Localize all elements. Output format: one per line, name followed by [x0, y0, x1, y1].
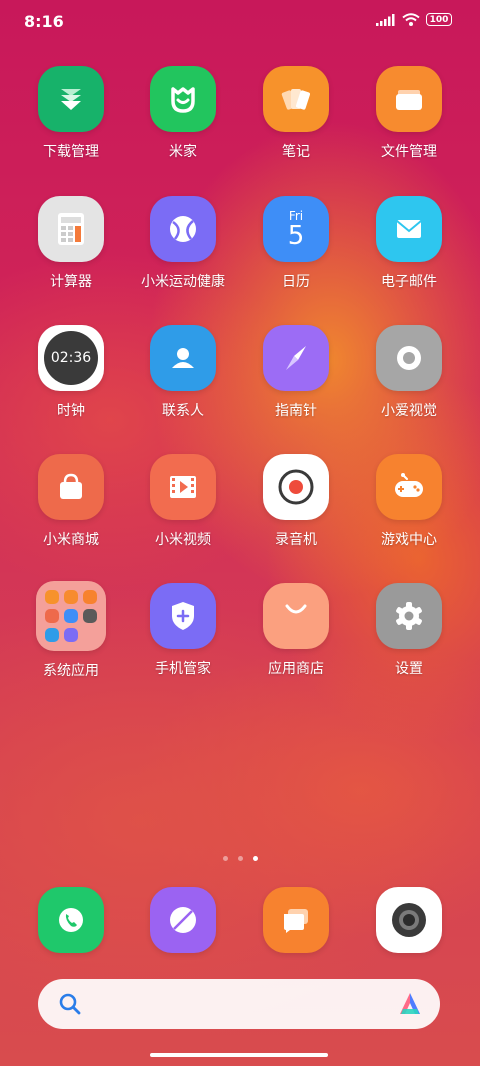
app-label: 日历 — [282, 274, 310, 290]
app-email[interactable]: 电子邮件 — [353, 196, 465, 306]
clock-icon: 02:36 — [38, 325, 104, 391]
app-label: 米家 — [169, 144, 197, 160]
security-icon — [150, 583, 216, 649]
page-dot — [237, 856, 243, 861]
dock-camera[interactable] — [353, 887, 465, 953]
app-label: 计算器 — [50, 274, 92, 290]
app-label: 下载管理 — [43, 144, 99, 160]
app-label: 录音机 — [275, 532, 317, 548]
app-label: 游戏中心 — [381, 532, 437, 548]
search-icon — [59, 993, 81, 1015]
game-icon — [376, 454, 442, 520]
dock-phone[interactable] — [15, 887, 127, 953]
app-mijia[interactable]: 米家 — [127, 66, 239, 176]
app-label: 联系人 — [162, 403, 204, 419]
home-indicator[interactable] — [150, 1053, 328, 1057]
signal-icon — [376, 13, 395, 26]
app-calculator[interactable]: 计算器 — [15, 196, 127, 306]
wifi-icon — [402, 13, 420, 26]
messages-icon — [263, 887, 329, 953]
app-settings[interactable]: 设置 — [353, 583, 465, 693]
app-download-manager[interactable]: 下载管理 — [15, 66, 127, 176]
app-mi-fitness[interactable]: 小米运动健康 — [127, 196, 239, 306]
clock-face: 02:36 — [44, 331, 98, 385]
mijia-icon — [150, 66, 216, 132]
settings-icon — [376, 583, 442, 649]
xiaoai-vision-icon — [376, 325, 442, 391]
compass-icon — [263, 325, 329, 391]
app-game-center[interactable]: 游戏中心 — [353, 454, 465, 564]
contacts-icon — [150, 325, 216, 391]
shop-icon — [38, 454, 104, 520]
xiaoai-assistant-icon[interactable] — [396, 990, 424, 1018]
app-label: 系统应用 — [43, 663, 99, 679]
app-label: 时钟 — [57, 403, 85, 419]
phone-icon — [38, 887, 104, 953]
app-compass[interactable]: 指南针 — [240, 325, 352, 435]
folder-system-apps[interactable]: 系统应用 — [15, 581, 127, 693]
app-security[interactable]: 手机管家 — [127, 583, 239, 693]
app-clock[interactable]: 02:36 时钟 — [15, 325, 127, 435]
calendar-icon: Fri 5 — [263, 196, 329, 262]
fitness-icon — [150, 196, 216, 262]
app-label: 小米视频 — [155, 532, 211, 548]
download-icon — [38, 66, 104, 132]
app-label: 笔记 — [282, 144, 310, 160]
video-icon — [150, 454, 216, 520]
app-label: 文件管理 — [381, 144, 437, 160]
calculator-icon — [38, 196, 104, 262]
app-label: 小米运动健康 — [141, 274, 225, 290]
app-recorder[interactable]: 录音机 — [240, 454, 352, 564]
app-contacts[interactable]: 联系人 — [127, 325, 239, 435]
app-notes[interactable]: 笔记 — [240, 66, 352, 176]
app-app-store[interactable]: 应用商店 — [240, 583, 352, 693]
app-xiaoai-vision[interactable]: 小爱视觉 — [353, 325, 465, 435]
calendar-day-number: 5 — [287, 221, 305, 251]
search-bar[interactable] — [38, 979, 440, 1029]
app-label: 指南针 — [275, 403, 317, 419]
status-bar: 8:16 100 — [0, 0, 480, 44]
app-mi-video[interactable]: 小米视频 — [127, 454, 239, 564]
app-store-icon — [263, 583, 329, 649]
camera-icon — [376, 887, 442, 953]
dock-messages[interactable] — [240, 887, 352, 953]
browser-icon — [150, 887, 216, 953]
battery-indicator: 100 — [426, 13, 452, 26]
mail-icon — [376, 196, 442, 262]
page-dot-active — [252, 856, 258, 861]
page-indicator — [0, 856, 480, 861]
app-label: 设置 — [395, 661, 423, 677]
recorder-icon — [263, 454, 329, 520]
dock-browser[interactable] — [127, 887, 239, 953]
app-label: 小米商城 — [43, 532, 99, 548]
app-mi-store[interactable]: 小米商城 — [15, 454, 127, 564]
folder-icon — [376, 66, 442, 132]
app-label: 应用商店 — [268, 661, 324, 677]
page-dot — [222, 856, 228, 861]
app-label: 电子邮件 — [381, 274, 437, 290]
app-file-manager[interactable]: 文件管理 — [353, 66, 465, 176]
status-time: 8:16 — [24, 12, 64, 31]
app-label: 小爱视觉 — [381, 403, 437, 419]
notes-icon — [263, 66, 329, 132]
app-calendar[interactable]: Fri 5 日历 — [240, 196, 352, 306]
folder-system-apps-icon — [36, 581, 106, 651]
app-label: 手机管家 — [155, 661, 211, 677]
